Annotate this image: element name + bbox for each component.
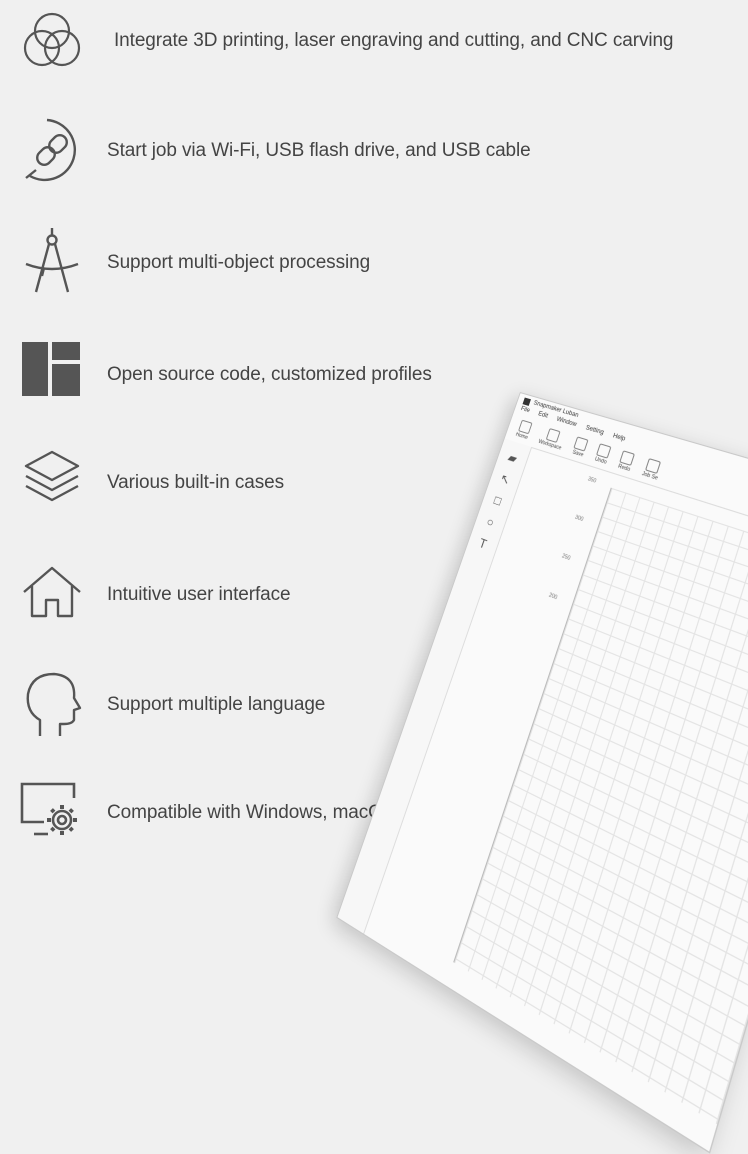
feature-item: Start job via Wi-Fi, USB flash drive, an… [0,112,748,192]
cursor-icon[interactable]: ↖ [497,471,513,488]
y-tick-label: 300 [574,514,585,524]
layers-icon [14,444,90,520]
monitor-gear-icon [14,774,90,850]
save-button[interactable]: Save [570,434,590,463]
rectangle-icon[interactable]: □ [490,493,506,509]
ellipse-icon[interactable]: ○ [482,514,498,530]
feature-label: Start job via Wi-Fi, USB flash drive, an… [107,140,531,161]
feature-label: Open source code, customized profiles [107,364,432,385]
feature-item: Open source code, customized profiles [0,336,748,416]
redo-button[interactable]: Redo [616,447,637,477]
feature-item: Integrate 3D printing, laser engraving a… [0,6,748,86]
head-profile-icon [14,666,90,742]
feature-label: Support multi-object processing [107,252,371,273]
y-tick-label: 350 [586,476,597,485]
y-tick-label: 250 [561,553,572,563]
feature-label: Integrate 3D printing, laser engraving a… [114,30,674,51]
canvas-area[interactable]: 350 300 250 200 [363,447,748,1152]
home-icon [14,556,90,632]
folder-icon[interactable]: ▰ [504,450,520,466]
app-logo-icon [522,397,532,406]
feature-label: Intuitive user interface [107,584,291,605]
feature-label: Support multiple language [107,694,326,715]
y-tick-label: 200 [547,592,558,602]
circles-overlap-icon [14,6,90,82]
workspace-grid [453,487,748,1125]
home-button[interactable]: Home [513,417,533,445]
link-circle-icon [14,112,90,188]
feature-item: Support multi-object processing [0,224,748,304]
menu-file[interactable]: File [519,406,530,418]
feature-label: Various built-in cases [107,472,284,493]
layout-panels-icon [14,336,90,412]
text-tool-icon[interactable]: T [475,535,491,552]
undo-button[interactable]: Undo [593,440,613,470]
compass-icon [14,224,90,300]
